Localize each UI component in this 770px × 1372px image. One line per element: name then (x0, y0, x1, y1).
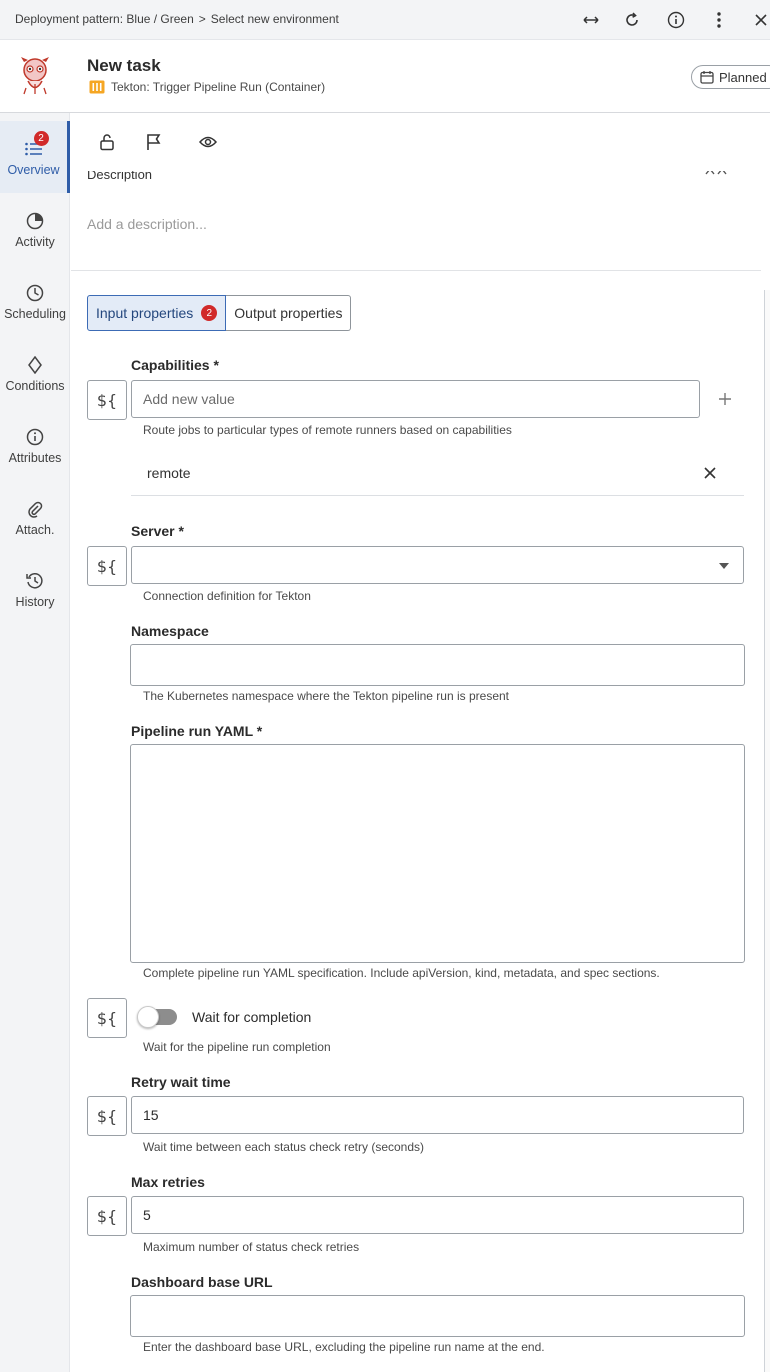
capabilities-helper: Route jobs to particular types of remote… (143, 423, 512, 437)
namespace-input[interactable] (130, 644, 745, 686)
status-badge[interactable]: Planned (691, 65, 770, 89)
capabilities-variable-button[interactable]: ${ (87, 380, 127, 420)
tab-input-properties[interactable]: Input properties 2 (87, 295, 227, 331)
max-retries-label: Max retries (131, 1174, 205, 1190)
description-heading: Description (87, 171, 153, 182)
nav-item-history[interactable]: History (0, 553, 70, 625)
paperclip-icon (25, 499, 45, 519)
more-vertical-icon[interactable] (709, 10, 729, 30)
retry-wait-variable-button[interactable]: ${ (87, 1096, 127, 1136)
tab-label: Output properties (234, 305, 343, 321)
description-field[interactable]: Add a description... (87, 216, 207, 232)
wait-for-completion-label: Wait for completion (192, 1009, 312, 1025)
nav-item-conditions[interactable]: Conditions (0, 337, 70, 409)
list-icon: 2 (24, 131, 49, 159)
pipeline-yaml-label: Pipeline run YAML * (131, 723, 263, 739)
retry-wait-time-helper: Wait time between each status check retr… (143, 1140, 425, 1154)
nav-label: Attach. (15, 523, 55, 537)
avatar (21, 57, 49, 95)
nav-item-scheduling[interactable]: Scheduling (0, 265, 70, 337)
tab-label: Input properties (96, 305, 194, 321)
nav-label: Conditions (5, 379, 65, 393)
server-label: Server * (131, 523, 184, 539)
nav-label: Attributes (8, 451, 62, 465)
dashboard-url-input[interactable] (130, 1295, 745, 1337)
scrollbar[interactable] (764, 290, 770, 1372)
task-type: Tekton: Trigger Pipeline Run (Container) (89, 80, 325, 94)
page-title[interactable]: New task (87, 56, 161, 76)
nav-item-overview[interactable]: 2 Overview (0, 121, 70, 193)
pie-clock-icon (25, 211, 45, 231)
task-header: New task Tekton: Trigger Pipeline Run (C… (0, 40, 770, 113)
close-icon[interactable] (751, 10, 770, 30)
calendar-icon (700, 71, 714, 84)
max-retries-input[interactable]: 5 (131, 1196, 744, 1234)
server-helper: Connection definition for Tekton (143, 589, 311, 603)
wait-for-completion-toggle[interactable] (137, 1006, 177, 1028)
toggle-knob (137, 1006, 159, 1028)
status-label: Planned (719, 69, 767, 85)
plus-icon[interactable] (715, 389, 735, 409)
nav-label: History (15, 595, 55, 609)
pipeline-yaml-textarea[interactable] (130, 744, 745, 963)
remove-icon[interactable] (703, 466, 717, 480)
tab-output-properties[interactable]: Output properties (226, 295, 352, 331)
wait-variable-button[interactable]: ${ (87, 998, 127, 1038)
breadcrumb-item-task[interactable]: Select new environment (211, 12, 339, 26)
server-select[interactable] (131, 546, 744, 584)
top-bar: Deployment pattern: Blue / Green > Select … (0, 0, 770, 40)
chevron-up-icon[interactable] (705, 171, 727, 179)
retry-wait-time-label: Retry wait time (131, 1074, 231, 1090)
namespace-helper: The Kubernetes namespace where the Tekto… (143, 689, 510, 703)
capability-value: remote (147, 465, 191, 481)
task-toolbar (71, 113, 761, 171)
retry-wait-time-input[interactable]: 15 (131, 1096, 744, 1134)
nav-label: Overview (7, 163, 60, 177)
breadcrumb: Deployment pattern: Blue / Green > Select … (15, 12, 339, 26)
nav-item-activity[interactable]: Activity (0, 193, 70, 265)
max-retries-helper: Maximum number of status check retries (143, 1240, 360, 1254)
info-circle-icon (25, 427, 45, 447)
capabilities-label: Capabilities * (131, 357, 219, 373)
dashboard-url-label: Dashboard base URL (131, 1274, 273, 1290)
overview-badge: 2 (33, 131, 49, 146)
refresh-icon[interactable] (622, 10, 642, 30)
nav-label: Activity (15, 235, 55, 249)
tab-badge: 2 (201, 305, 218, 321)
task-details: Description Add a description... Input p… (71, 171, 761, 1372)
max-retries-variable-button[interactable]: ${ (87, 1196, 127, 1236)
diamond-icon (25, 355, 45, 375)
breadcrumb-separator: > (198, 12, 206, 26)
properties-tabs: Input properties 2 Output properties (87, 295, 352, 331)
history-icon (25, 571, 45, 591)
chevron-down-icon (719, 563, 729, 569)
wait-for-completion-helper: Wait for the pipeline run completion (143, 1040, 331, 1054)
breadcrumb-item-phase[interactable]: Deployment pattern: Blue / Green (15, 12, 194, 26)
flag-icon[interactable] (143, 131, 165, 153)
server-variable-button[interactable]: ${ (87, 546, 127, 586)
divider (71, 270, 761, 271)
clock-icon (25, 283, 45, 303)
lock-open-icon[interactable] (96, 131, 118, 153)
task-type-label: Tekton: Trigger Pipeline Run (Container) (111, 80, 326, 94)
namespace-label: Namespace (131, 623, 209, 639)
nav-item-attachments[interactable]: Attach. (0, 481, 70, 553)
info-icon[interactable] (666, 10, 686, 30)
tekton-icon (89, 80, 105, 94)
capabilities-input[interactable]: Add new value (131, 380, 700, 418)
nav-label: Scheduling (4, 307, 66, 321)
capability-item: remote (131, 452, 744, 496)
dashboard-url-helper: Enter the dashboard base URL, excluding … (143, 1340, 545, 1354)
eye-icon[interactable] (197, 131, 219, 153)
pipeline-yaml-helper: Complete pipeline run YAML specification… (143, 966, 660, 980)
side-nav: 2 Overview Activity Scheduling Condition… (0, 113, 70, 1372)
expand-horizontal-icon[interactable] (581, 10, 601, 30)
nav-item-attributes[interactable]: Attributes (0, 409, 70, 481)
